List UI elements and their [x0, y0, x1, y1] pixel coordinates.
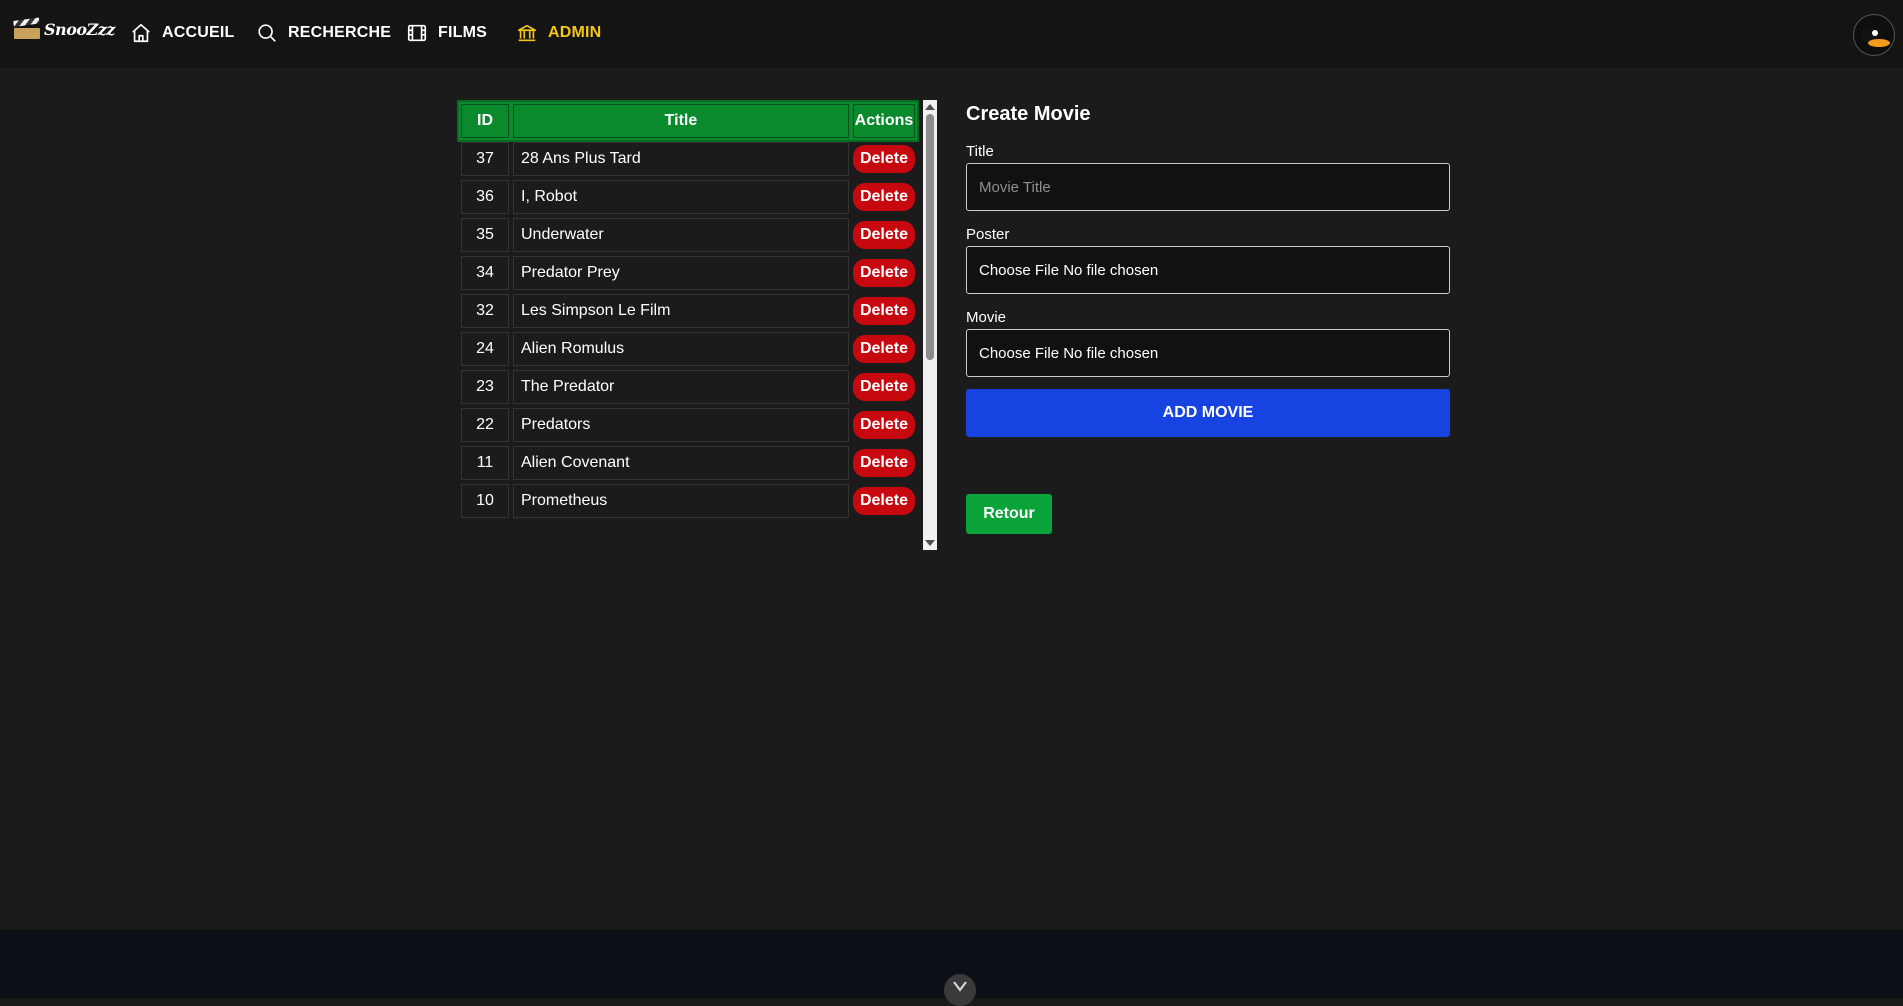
row-id: 34 — [461, 256, 509, 290]
row-id: 36 — [461, 180, 509, 214]
scroll-up-arrow-icon[interactable] — [925, 104, 935, 110]
row-id: 10 — [461, 484, 509, 518]
row-title: Prometheus — [513, 484, 849, 518]
row-id: 24 — [461, 332, 509, 366]
nav-item-films[interactable]: FILMS — [406, 22, 487, 44]
chevron-down-icon — [953, 981, 967, 992]
film-icon — [407, 24, 427, 42]
delete-button[interactable]: Delete — [852, 335, 915, 363]
avatar[interactable] — [1853, 14, 1895, 56]
table-row: 10 Prometheus Delete — [461, 484, 915, 518]
table-row: 34 Predator Prey Delete — [461, 256, 915, 290]
logo[interactable]: SnooZzz — [13, 16, 115, 39]
movie-table: ID Title Actions 37 28 Ans Plus Tard Del… — [457, 100, 919, 522]
row-id: 37 — [461, 142, 509, 176]
table-header-row: ID Title Actions — [461, 104, 915, 138]
delete-button[interactable]: Delete — [852, 297, 915, 325]
nav-item-accueil[interactable]: ACCUEIL — [130, 22, 235, 44]
delete-button[interactable]: Delete — [852, 183, 915, 211]
nav-label: RECHERCHE — [288, 24, 392, 41]
row-id: 23 — [461, 370, 509, 404]
row-title: Underwater — [513, 218, 849, 252]
table-row: 35 Underwater Delete — [461, 218, 915, 252]
scrollbar-thumb[interactable] — [926, 114, 934, 360]
nav-label: ACCUEIL — [162, 24, 235, 41]
column-header-title: Title — [513, 104, 849, 138]
row-title: Les Simpson Le Film — [513, 294, 849, 328]
row-title: Alien Covenant — [513, 446, 849, 480]
delete-button[interactable]: Delete — [852, 259, 915, 287]
row-title: The Predator — [513, 370, 849, 404]
scroll-down-button[interactable] — [944, 974, 976, 1006]
bank-icon — [517, 24, 537, 42]
table-row: 23 The Predator Delete — [461, 370, 915, 404]
nav-label: ADMIN — [548, 24, 602, 41]
delete-button[interactable]: Delete — [852, 373, 915, 401]
row-id: 11 — [461, 446, 509, 480]
title-label: Title — [966, 143, 994, 160]
delete-button[interactable]: Delete — [852, 221, 915, 249]
nav-item-recherche[interactable]: RECHERCHE — [256, 22, 391, 44]
table-row: 32 Les Simpson Le Film Delete — [461, 294, 915, 328]
form-heading: Create Movie — [966, 103, 1091, 125]
row-title: Alien Romulus — [513, 332, 849, 366]
row-title: Predator Prey — [513, 256, 849, 290]
movie-table-panel: ID Title Actions 37 28 Ans Plus Tard Del… — [457, 100, 939, 550]
table-row: 24 Alien Romulus Delete — [461, 332, 915, 366]
row-title: I, Robot — [513, 180, 849, 214]
movie-label: Movie — [966, 309, 1007, 326]
movie-table-scroll-area[interactable]: ID Title Actions 37 28 Ans Plus Tard Del… — [457, 100, 919, 550]
row-id: 35 — [461, 218, 509, 252]
table-row: 36 I, Robot Delete — [461, 180, 915, 214]
column-header-id: ID — [461, 104, 509, 138]
table-scrollbar[interactable] — [923, 100, 937, 550]
nav-item-admin[interactable]: ADMIN — [516, 22, 601, 44]
poster-file-input[interactable]: Choose File No file chosen — [966, 246, 1450, 294]
row-id: 22 — [461, 408, 509, 442]
row-title: Predators — [513, 408, 849, 442]
delete-button[interactable]: Delete — [852, 145, 915, 173]
home-icon — [132, 23, 150, 43]
back-button[interactable]: Retour — [966, 494, 1052, 534]
table-row: 37 28 Ans Plus Tard Delete — [461, 142, 915, 176]
logo-text: SnooZzz — [44, 20, 115, 39]
search-icon — [258, 24, 276, 42]
column-header-actions: Actions — [852, 104, 915, 138]
poster-label: Poster — [966, 226, 1010, 243]
top-navbar: SnooZzz ACCUEIL RECHERCHE FILMS ADMIN — [0, 0, 1903, 68]
table-row: 22 Predators Delete — [461, 408, 915, 442]
create-movie-form: Create Movie Title Movie Title Poster Ch… — [966, 100, 1450, 534]
table-row: 11 Alien Covenant Delete — [461, 446, 915, 480]
add-movie-button[interactable]: ADD MOVIE — [966, 389, 1450, 437]
delete-button[interactable]: Delete — [852, 411, 915, 439]
row-title: 28 Ans Plus Tard — [513, 142, 849, 176]
delete-button[interactable]: Delete — [852, 449, 915, 477]
scroll-down-arrow-icon[interactable] — [925, 540, 935, 546]
row-id: 32 — [461, 294, 509, 328]
clapperboard-icon — [13, 16, 40, 39]
movie-file-input[interactable]: Choose File No file chosen — [966, 329, 1450, 377]
nav-label: FILMS — [438, 24, 487, 41]
delete-button[interactable]: Delete — [852, 487, 915, 515]
title-input[interactable]: Movie Title — [966, 163, 1450, 211]
